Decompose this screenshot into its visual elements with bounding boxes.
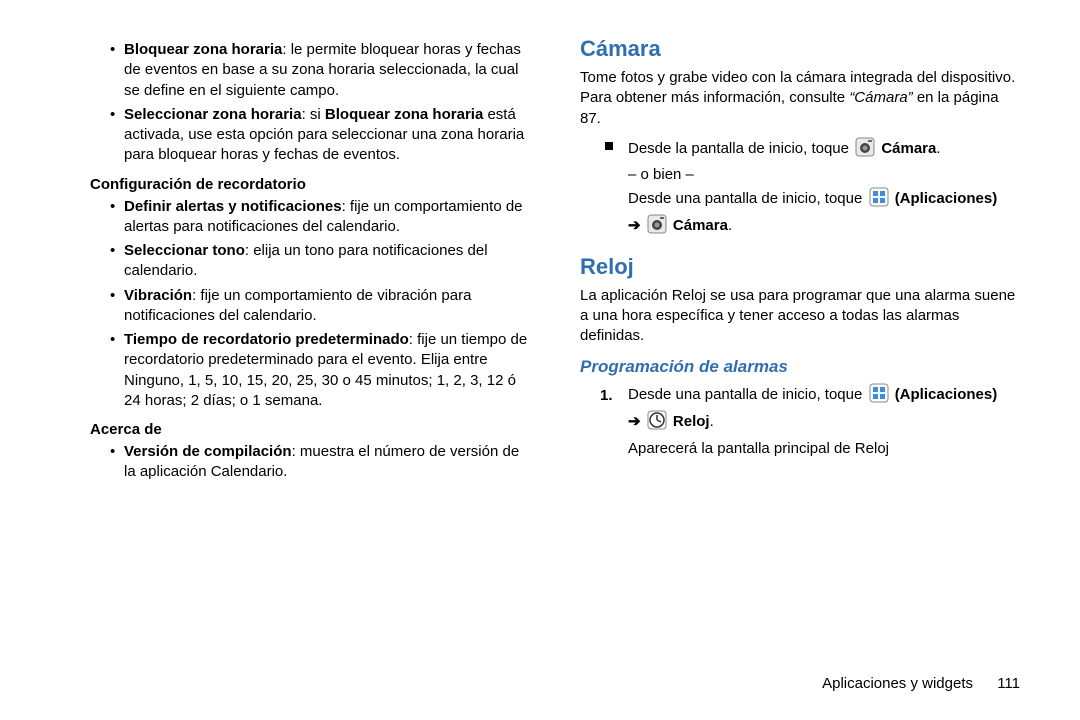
- right-column: Cámara Tome fotos y grabe video con la c…: [570, 36, 1020, 690]
- item-label: Seleccionar tono: [124, 242, 245, 259]
- apps-label: (Aplicaciones): [895, 190, 998, 207]
- item-label: Vibración: [124, 287, 192, 304]
- period: .: [936, 140, 940, 157]
- item-label: Tiempo de recordatorio predeterminado: [124, 331, 409, 348]
- camera-label: Cámara: [673, 217, 728, 234]
- item-text: : si: [302, 106, 325, 123]
- bullet-list: Definir alertas y notificaciones: fije u…: [90, 197, 530, 412]
- item-bold: Bloquear zona horaria: [325, 106, 483, 123]
- step-result: Aparecerá la pantalla principal de Reloj: [628, 440, 889, 457]
- section-heading-reloj: Reloj: [580, 254, 1020, 280]
- item-label: Seleccionar zona horaria: [124, 106, 302, 123]
- apps-label: (Aplicaciones): [895, 386, 998, 403]
- list-item: Versión de compilación: muestra el númer…: [110, 442, 530, 483]
- footer-section: Aplicaciones y widgets: [822, 675, 973, 692]
- item-label: Bloquear zona horaria: [124, 41, 282, 58]
- bullet-list: Versión de compilación: muestra el númer…: [90, 442, 530, 483]
- step-text: Desde la pantalla de inicio, toque: [628, 140, 853, 157]
- reloj-intro: La aplicación Reloj se usa para programa…: [580, 286, 1020, 347]
- arrow-icon: ➔: [628, 217, 641, 234]
- subsection-heading: Programación de alarmas: [580, 357, 1020, 377]
- square-bullet-icon: [605, 142, 613, 150]
- camera-icon: [855, 137, 875, 165]
- list-item: Seleccionar zona horaria: si Bloquear zo…: [110, 105, 530, 166]
- clock-label: Reloj: [673, 413, 710, 430]
- ordered-step-list: 1. Desde una pantalla de inicio, toque (…: [580, 383, 1020, 461]
- step-text: Desde una pantalla de inicio, toque: [628, 190, 867, 207]
- left-column: Bloquear zona horaria: le permite bloque…: [60, 36, 530, 690]
- step-item: Desde la pantalla de inicio, toque Cámar…: [600, 137, 1020, 242]
- camara-intro: Tome fotos y grabe video con la cámara i…: [580, 68, 1020, 129]
- step-item: 1. Desde una pantalla de inicio, toque (…: [600, 383, 1020, 461]
- period: .: [710, 413, 714, 430]
- reference: “Cámara”: [849, 89, 912, 106]
- item-label: Versión de compilación: [124, 443, 292, 460]
- camera-icon: [647, 214, 667, 242]
- list-item: Seleccionar tono: elija un tono para not…: [110, 241, 530, 282]
- manual-page: Bloquear zona horaria: le permite bloque…: [0, 0, 1080, 720]
- item-label: Definir alertas y notificaciones: [124, 198, 342, 215]
- clock-icon: [647, 410, 667, 438]
- step-text: Desde una pantalla de inicio, toque: [628, 386, 867, 403]
- apps-icon: [869, 383, 889, 411]
- list-item: Vibración: fije un comportamiento de vib…: [110, 286, 530, 327]
- bullet-list: Bloquear zona horaria: le permite bloque…: [90, 40, 530, 166]
- page-footer: Aplicaciones y widgets 111: [822, 675, 1020, 692]
- page-number: 111: [997, 675, 1020, 692]
- list-item: Definir alertas y notificaciones: fije u…: [110, 197, 530, 238]
- subheading: Acerca de: [90, 421, 530, 438]
- list-item: Tiempo de recordatorio predeterminado: f…: [110, 330, 530, 411]
- list-item: Bloquear zona horaria: le permite bloque…: [110, 40, 530, 101]
- or-text: – o bien –: [628, 166, 694, 183]
- arrow-icon: ➔: [628, 413, 641, 430]
- period: .: [728, 217, 732, 234]
- apps-icon: [869, 187, 889, 215]
- step-list: Desde la pantalla de inicio, toque Cámar…: [580, 137, 1020, 242]
- step-number: 1.: [600, 385, 613, 408]
- subheading: Configuración de recordatorio: [90, 176, 530, 193]
- camera-label: Cámara: [881, 140, 936, 157]
- section-heading-camara: Cámara: [580, 36, 1020, 62]
